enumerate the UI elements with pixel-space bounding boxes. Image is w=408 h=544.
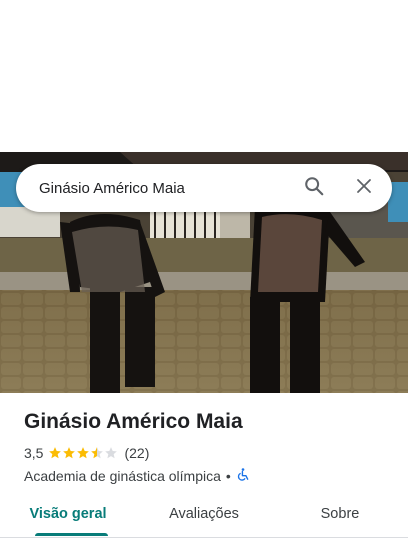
tab-bar: Visão geral Avaliações Sobre (0, 490, 408, 538)
active-tab-indicator (35, 533, 108, 536)
wheelchair-icon[interactable] (236, 467, 250, 485)
star-icon (77, 447, 90, 459)
rating-value: 3,5 (24, 445, 44, 461)
tab-reviews-label: Avaliações (169, 506, 239, 522)
search-icon (303, 175, 325, 202)
category-row: Academia de ginástica olímpica • (24, 466, 394, 486)
place-info: Ginásio Américo Maia 3,5 (22) Academia d… (24, 408, 394, 486)
tab-overview[interactable]: Visão geral (0, 490, 136, 538)
place-title: Ginásio Américo Maia (24, 410, 243, 433)
close-icon (355, 177, 373, 200)
review-count[interactable]: (22) (124, 445, 149, 461)
search-button[interactable] (294, 168, 334, 208)
close-button[interactable] (344, 168, 384, 208)
star-icon (63, 447, 76, 459)
tab-reviews[interactable]: Avaliações (136, 490, 272, 538)
tab-about[interactable]: Sobre (272, 490, 408, 538)
star-icon (91, 447, 104, 459)
tab-about-label: Sobre (320, 506, 360, 522)
place-panel: Ginásio Américo Maia Ginásio Américo Mai… (0, 0, 408, 544)
place-category[interactable]: Academia de ginástica olímpica (24, 468, 221, 484)
star-icon (49, 447, 62, 459)
tab-overview-label: Visão geral (29, 506, 107, 522)
separator-dot: • (225, 468, 231, 484)
star-rating (48, 446, 118, 460)
star-icon (105, 447, 118, 459)
tabs-divider (0, 537, 408, 538)
rating-row[interactable]: 3,5 (22) (24, 444, 394, 462)
search-input[interactable]: Ginásio Américo Maia (39, 180, 294, 197)
search-bar[interactable]: Ginásio Américo Maia (16, 164, 392, 212)
